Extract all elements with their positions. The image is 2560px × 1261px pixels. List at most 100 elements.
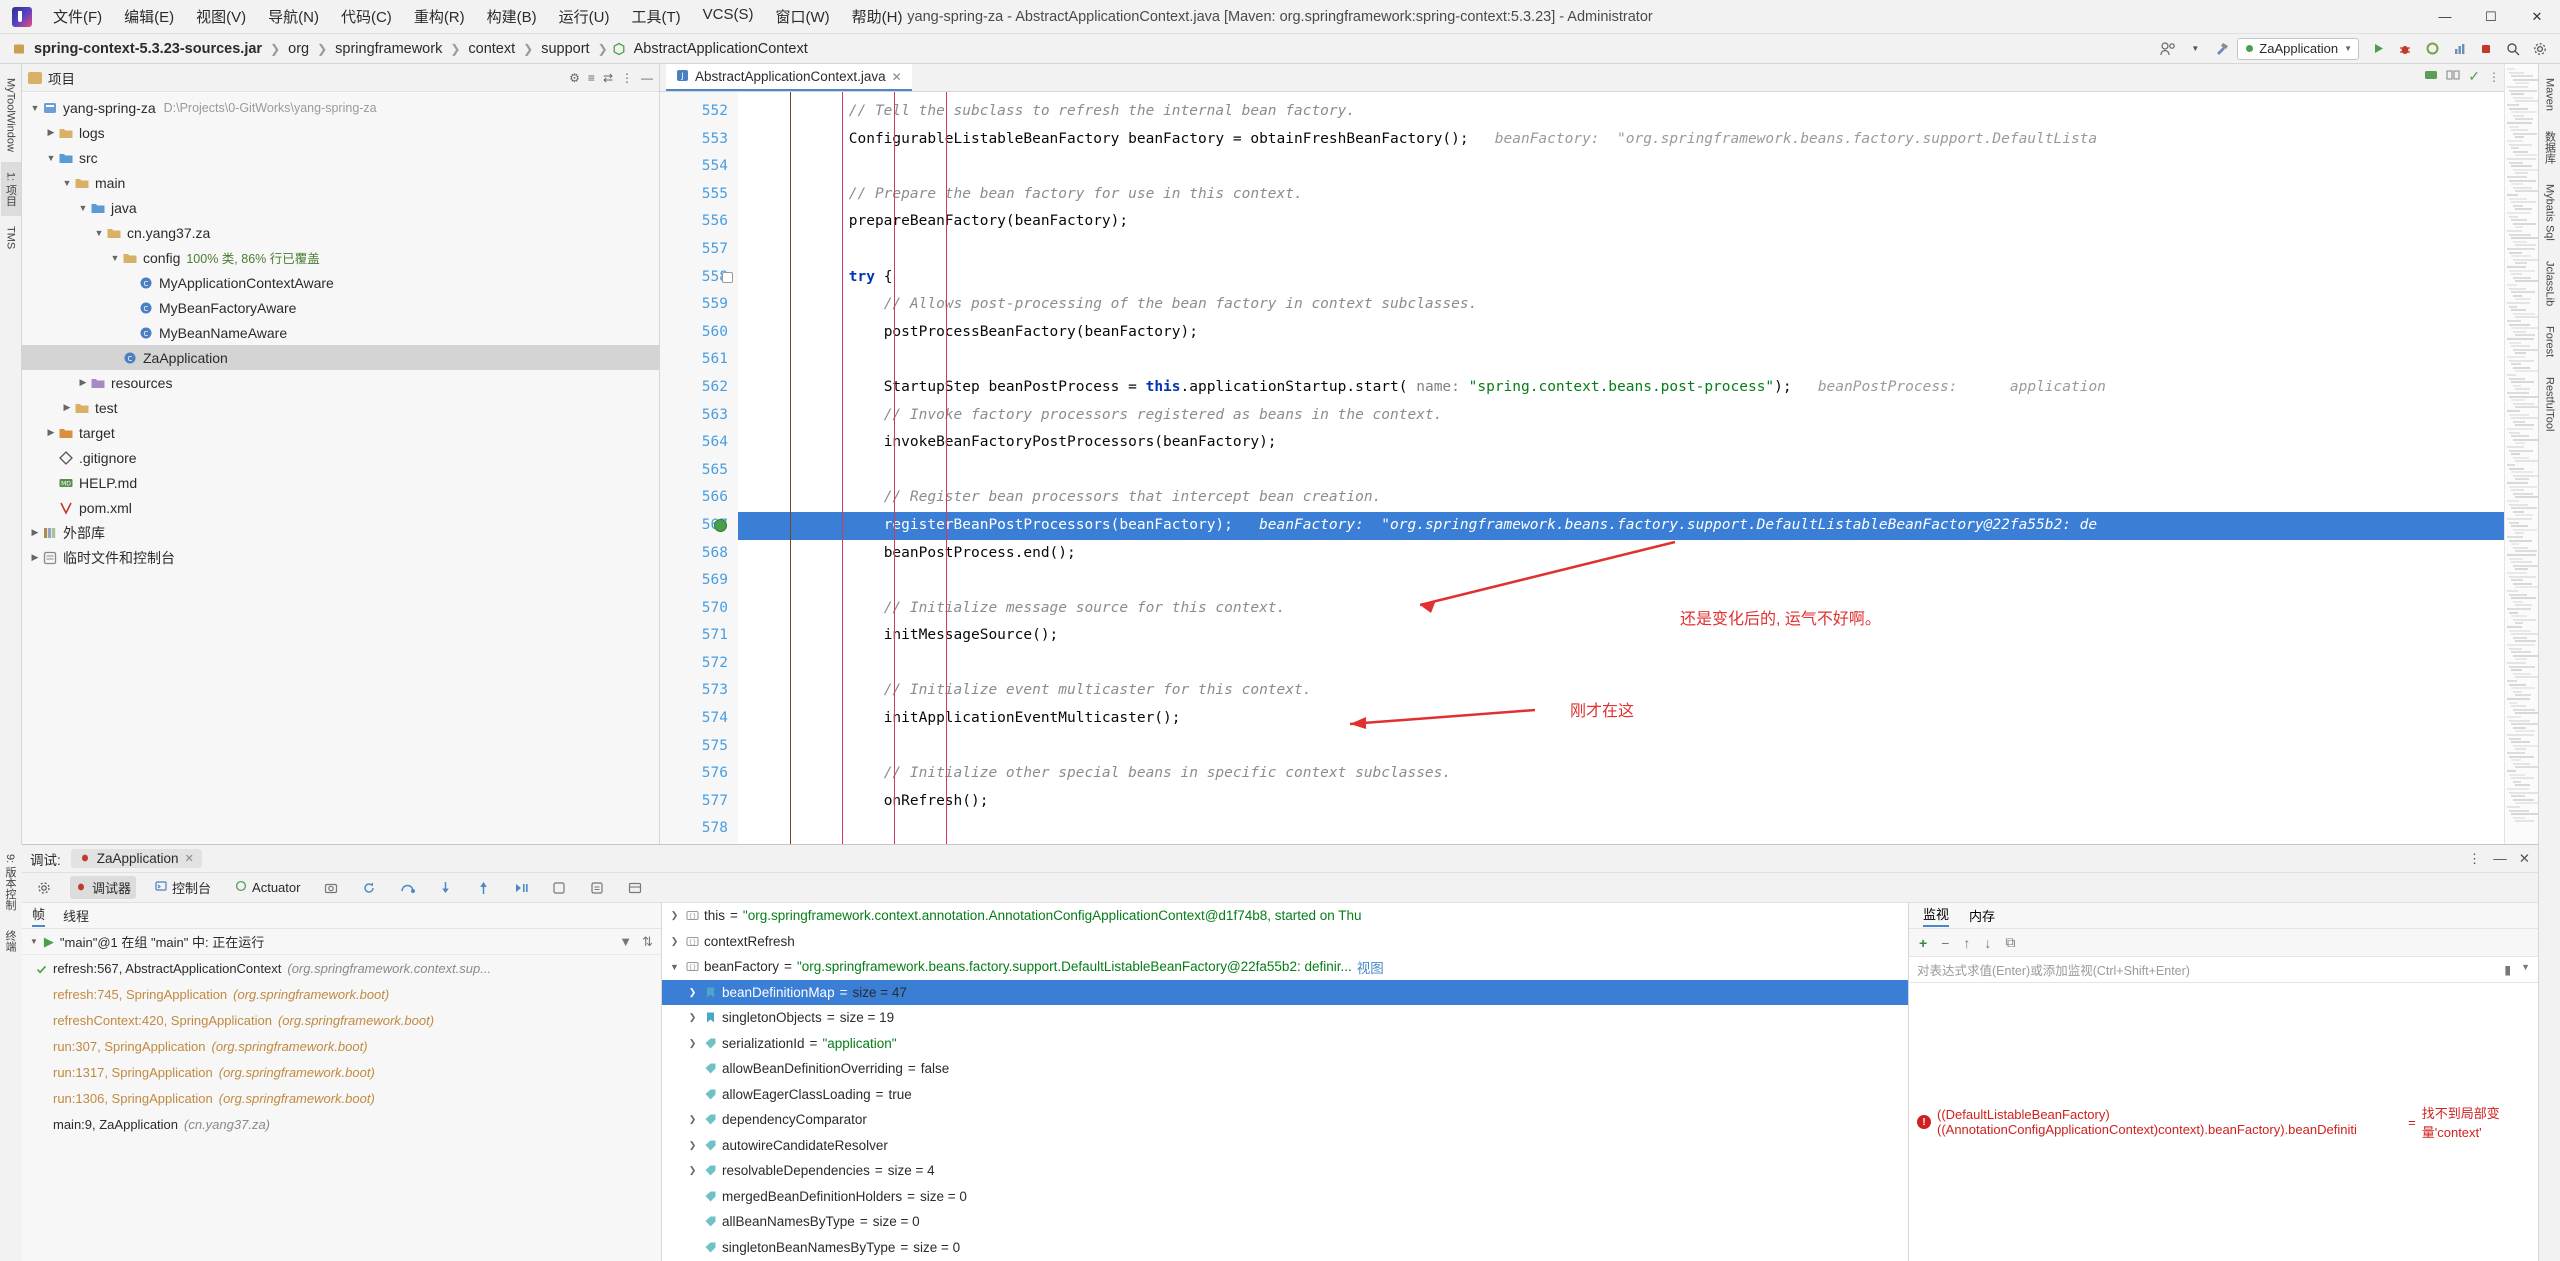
tree-node[interactable]: ▶CMyApplicationContextAware <box>22 270 659 295</box>
line-number[interactable]: 572 <box>660 650 738 678</box>
variable-row[interactable]: allBeanNamesByType = size = 0 <box>662 1209 1908 1235</box>
line-number[interactable]: 555 <box>660 181 738 209</box>
line-number[interactable]: 565 <box>660 457 738 485</box>
tree-node[interactable]: ▼ cn.yang37.za <box>22 220 659 245</box>
more-icon[interactable]: ⋮ <box>2488 70 2500 84</box>
chevron-down-icon[interactable]: ▼ <box>2521 962 2530 977</box>
close-icon[interactable]: ✕ <box>892 70 902 84</box>
run-to-cursor-icon[interactable] <box>509 876 533 900</box>
left-tool-tab-0[interactable]: MyToolWindow <box>3 68 19 162</box>
chevron-down-icon[interactable]: ▼ <box>60 178 74 188</box>
tree-node[interactable]: ▶ resources <box>22 370 659 395</box>
tree-node[interactable]: ▶ logs <box>22 120 659 145</box>
code-content[interactable]: // Tell the subclass to refresh the inte… <box>738 92 2504 844</box>
chevron-right-icon[interactable]: ▶ <box>60 402 74 413</box>
menu-item-8[interactable]: 工具(T) <box>620 3 691 30</box>
tree-node[interactable]: ▶CMyBeanNameAware <box>22 320 659 345</box>
code-line[interactable]: prepareBeanFactory(beanFactory); <box>738 208 2504 236</box>
settings-icon[interactable]: ⚙ <box>569 71 580 85</box>
chevron-right-icon[interactable]: ❯ <box>686 1140 699 1151</box>
variable-row[interactable]: allowEagerClassLoading = true <box>662 1082 1908 1108</box>
minimize-button[interactable]: — <box>2422 0 2468 33</box>
variable-row[interactable]: ❯ dependencyComparator <box>662 1107 1908 1133</box>
move-down-icon[interactable]: ↓ <box>1984 935 1991 951</box>
tree-node[interactable]: ▶.gitignore <box>22 445 659 470</box>
line-number[interactable]: 570 <box>660 595 738 623</box>
bottom-tool-tab-0[interactable]: 9: 版本控制 <box>0 844 20 920</box>
chevron-down-icon[interactable]: ▼ <box>668 962 681 972</box>
variable-row[interactable]: ❯ beanDefinitionMap = size = 47 <box>662 979 1908 1005</box>
step-into-icon[interactable] <box>433 876 457 900</box>
copy-icon[interactable]: ⧉ <box>2005 934 2015 951</box>
chevron-right-icon[interactable]: ❯ <box>686 1038 699 1049</box>
code-viewport[interactable]: 552 553 554 555 556 557 558 559 560 561 562 563 564 5… <box>660 92 2504 844</box>
watch-tab-0[interactable]: 监视 <box>1923 904 1950 927</box>
rerun-icon[interactable] <box>357 876 381 900</box>
code-line[interactable] <box>738 567 2504 595</box>
chevron-right-icon[interactable]: ❯ <box>668 936 681 947</box>
line-number[interactable]: 556 <box>660 208 738 236</box>
frames-tab-0[interactable]: 帧 <box>32 904 46 927</box>
camera-icon[interactable] <box>319 876 343 900</box>
layout-settings-icon[interactable] <box>623 876 647 900</box>
code-line-current[interactable]: registerBeanPostProcessors(beanFactory);… <box>738 511 2504 540</box>
code-minimap[interactable] <box>2504 64 2538 844</box>
menu-item-3[interactable]: 导航(N) <box>257 3 330 30</box>
variable-row[interactable]: ❯ resolvableDependencies = size = 4 <box>662 1158 1908 1184</box>
chevron-right-icon[interactable]: ❯ <box>686 987 699 998</box>
right-tool-tab-5[interactable]: RestfulTool <box>2542 367 2558 441</box>
code-line[interactable] <box>738 346 2504 374</box>
chevron-right-icon[interactable]: ▶ <box>44 127 58 138</box>
variable-row[interactable]: mergedBeanDefinitionHolders = size = 0 <box>662 1184 1908 1210</box>
breadcrumb-item-4[interactable]: support <box>537 40 593 58</box>
code-line[interactable] <box>738 236 2504 264</box>
call-stack-list[interactable]: refresh:567, AbstractApplicationContext (… <box>22 955 661 1137</box>
tree-node[interactable]: ▼ yang-spring-za D:\Projects\0-GitWorks\ya… <box>22 95 659 120</box>
line-number[interactable]: 564 <box>660 429 738 457</box>
add-icon[interactable]: + <box>1919 935 1927 951</box>
minimize-icon[interactable]: ― <box>2493 851 2507 867</box>
menu-item-10[interactable]: 窗口(W) <box>764 3 840 30</box>
line-number[interactable]: 554 <box>660 153 738 181</box>
chevron-down-icon[interactable]: ▼ <box>2183 37 2207 61</box>
locate-icon[interactable]: ⇄ <box>603 71 613 85</box>
sort-icon[interactable]: ⇅ <box>642 934 653 950</box>
code-line[interactable] <box>738 457 2504 485</box>
code-line[interactable]: // Initialize other special beans in spe… <box>738 760 2504 788</box>
code-line[interactable]: // Allows post-processing of the bean fa… <box>738 291 2504 319</box>
menu-item-5[interactable]: 重构(R) <box>403 3 476 30</box>
breadcrumb-item-1[interactable]: org <box>284 40 313 58</box>
chevron-right-icon[interactable]: ❯ <box>668 910 681 921</box>
hide-icon[interactable]: ✕ <box>2519 851 2530 867</box>
right-tool-tab-4[interactable]: Forest <box>2542 316 2558 367</box>
line-number[interactable]: 578 <box>660 815 738 843</box>
tree-node[interactable]: ▶CMyBeanFactoryAware <box>22 295 659 320</box>
tree-node[interactable]: ▶ 临时文件和控制台 <box>22 545 659 570</box>
variable-row[interactable]: ❯ serializationId = "application" <box>662 1031 1908 1057</box>
tree-node[interactable]: ▼ src <box>22 145 659 170</box>
chevron-right-icon[interactable]: ❯ <box>686 1114 699 1125</box>
reader-mode-icon[interactable] <box>2446 68 2460 85</box>
more-icon[interactable]: ⋮ <box>621 71 633 85</box>
line-number[interactable]: 574 <box>660 705 738 733</box>
chevron-down-icon[interactable]: ▼ <box>76 203 90 213</box>
menu-item-2[interactable]: 视图(V) <box>185 3 257 30</box>
line-number[interactable]: 569 <box>660 567 738 595</box>
tree-node[interactable]: ▶ 外部库 <box>22 520 659 545</box>
code-line[interactable]: // Invoke factory processors registered … <box>738 402 2504 430</box>
line-number[interactable]: 560 <box>660 319 738 347</box>
breadcrumb-item-0[interactable]: spring-context-5.3.23-sources.jar <box>12 40 266 58</box>
left-tool-tab-2[interactable]: TMS <box>3 216 19 259</box>
debug-tab-debugger[interactable]: 调试器 <box>70 876 137 899</box>
line-number[interactable]: 557 <box>660 236 738 264</box>
step-over-icon[interactable] <box>395 876 419 900</box>
tree-node[interactable]: ▼ java <box>22 195 659 220</box>
line-number-gutter[interactable]: 552 553 554 555 556 557 558 559 560 561 562 563 564 5… <box>660 92 738 844</box>
chevron-right-icon[interactable]: ❯ <box>686 1165 699 1176</box>
variable-row[interactable]: ❯ singletonObjects = size = 19 <box>662 1005 1908 1031</box>
chevron-right-icon[interactable]: ▶ <box>44 427 58 438</box>
chevron-down-icon[interactable]: ▼ <box>44 153 58 163</box>
variable-row[interactable]: ▼ {} beanFactory = "org.springframework.be… <box>662 954 1908 980</box>
menu-item-0[interactable]: 文件(F) <box>42 3 113 30</box>
tree-node[interactable]: ▶ test <box>22 395 659 420</box>
